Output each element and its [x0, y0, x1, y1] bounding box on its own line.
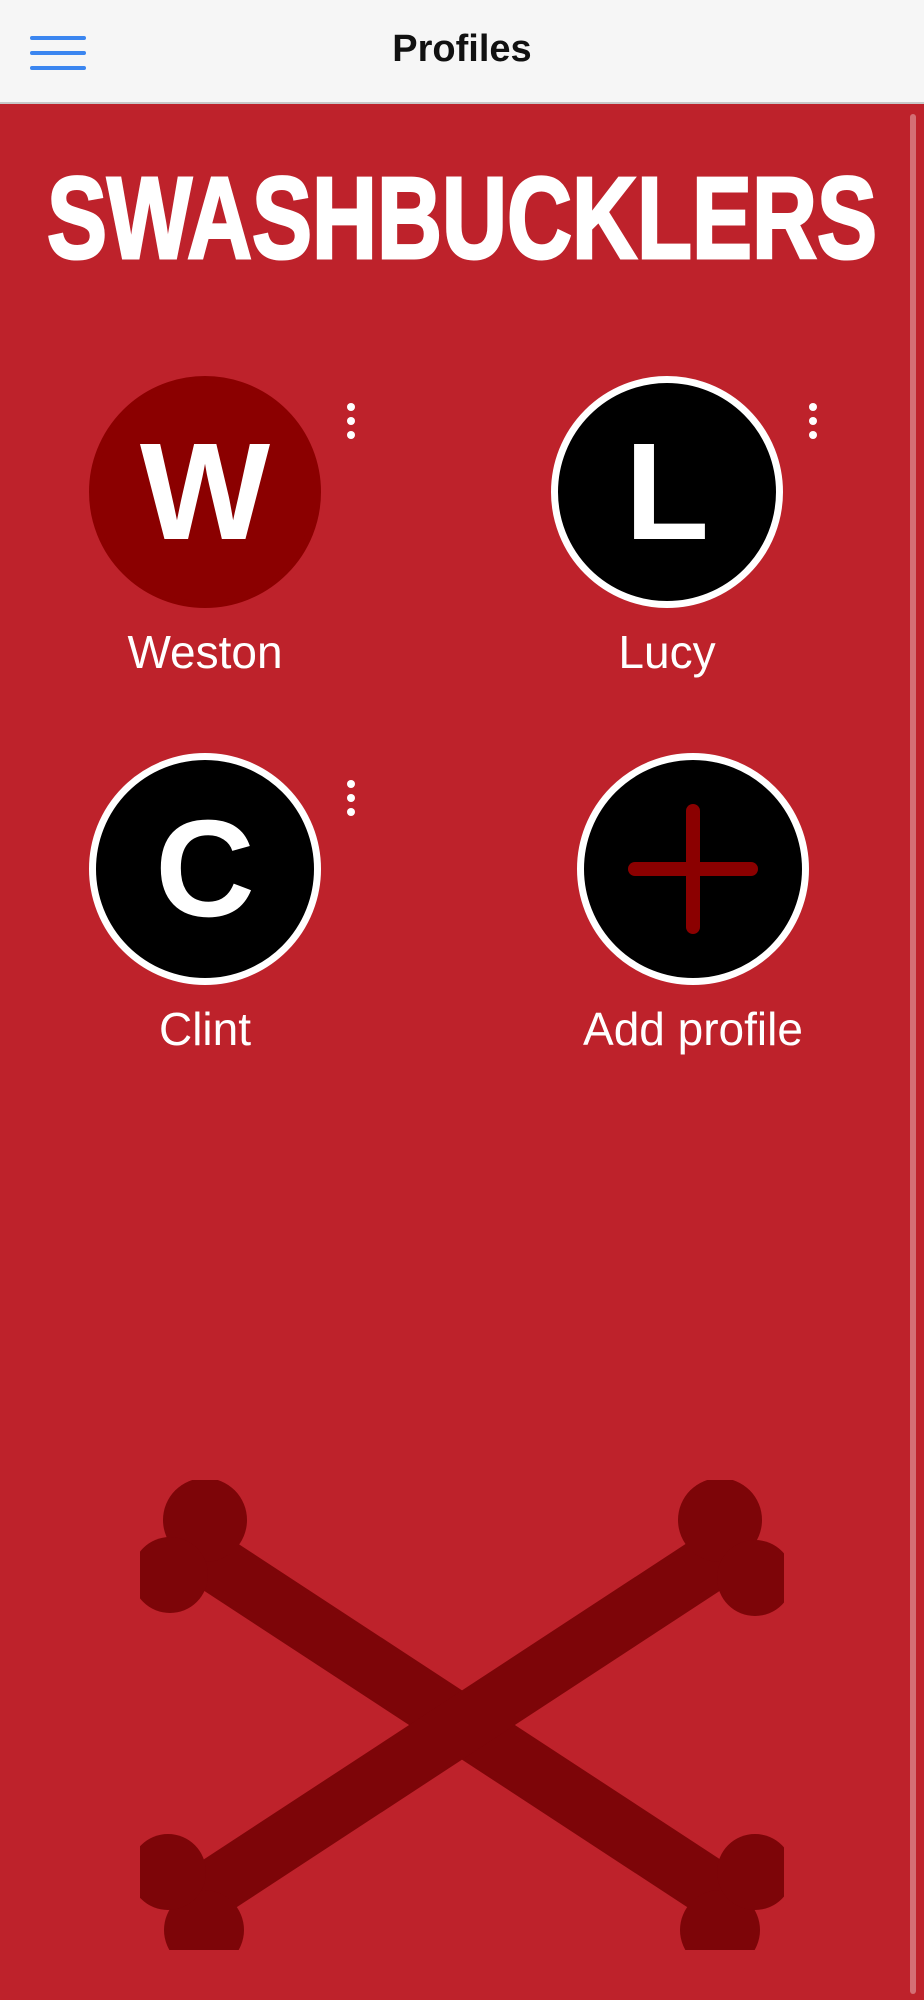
swashbucklers-logo: SWASHBUCKLERS: [46, 152, 879, 281]
brand-wordmark: SWASHBUCKLERS: [47, 153, 877, 280]
more-options-icon[interactable]: [336, 773, 366, 823]
top-app-bar: Profiles: [0, 0, 924, 104]
add-profile-button[interactable]: Add profile: [553, 753, 833, 1057]
avatar-initial: W: [139, 415, 271, 569]
scrollbar[interactable]: [910, 114, 916, 1994]
avatar: L: [551, 376, 783, 608]
crossbones-icon: [140, 1480, 784, 1950]
profile-name: Weston: [127, 626, 283, 678]
more-options-icon[interactable]: [798, 396, 828, 446]
profile-weston[interactable]: W Weston: [65, 376, 345, 680]
plus-icon: [584, 760, 802, 978]
profile-clint[interactable]: C Clint: [65, 753, 345, 1057]
add-avatar: [577, 753, 809, 985]
more-options-icon[interactable]: [336, 396, 366, 446]
add-profile-label: Add profile: [583, 1003, 803, 1055]
profile-name: Clint: [158, 1003, 252, 1055]
avatar-initial: L: [624, 415, 710, 569]
avatar: W: [89, 376, 321, 608]
profile-lucy[interactable]: L Lucy: [527, 376, 807, 680]
avatar: C: [89, 753, 321, 985]
profile-name: Lucy: [618, 626, 716, 678]
avatar-initial: C: [155, 792, 255, 946]
page-title: Profiles: [392, 28, 532, 70]
